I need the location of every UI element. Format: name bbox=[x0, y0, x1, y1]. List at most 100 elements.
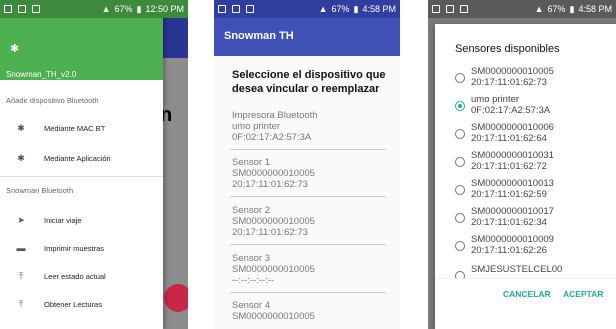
list-item-printer[interactable]: Impresora Bluetooth umo printer 0F:02:17… bbox=[232, 110, 318, 143]
battery-icon: ▮ bbox=[353, 3, 359, 14]
device-mac: 20:17:11:01:62:73 bbox=[232, 227, 308, 238]
option-mac: 20:17:11:01:62:34 bbox=[471, 217, 547, 228]
option-name: SM0000000010009 bbox=[471, 234, 554, 245]
floating-action-button[interactable] bbox=[164, 284, 188, 312]
notification-icon bbox=[218, 5, 226, 13]
bluetooth-icon: ✱ bbox=[17, 122, 25, 133]
signal-icon: ▲ bbox=[318, 4, 328, 14]
menu-item-label: Obtener Lecturas bbox=[44, 299, 102, 309]
signal-icon: ▲ bbox=[534, 4, 544, 14]
list-item-sensor-2[interactable]: Sensor 2 SM0000000010005 20:17:11:01:62:… bbox=[232, 205, 315, 238]
option-mac: 20:17:11:01:62:73 bbox=[471, 77, 547, 88]
battery-level: 67% bbox=[331, 4, 350, 14]
radio-button[interactable] bbox=[455, 213, 465, 223]
list-item-sensor-3[interactable]: Sensor 3 SM0000000010005 --:--:--:--:-- bbox=[232, 253, 315, 286]
notification-icon bbox=[32, 5, 40, 13]
status-right: ▲ 67% ▮ 12:50 PM bbox=[102, 4, 184, 15]
notification-icon bbox=[246, 5, 254, 13]
screen-navigation-drawer: n ✱ Snowman_TH_v2.0 Añadir dispositivo B… bbox=[0, 0, 188, 329]
status-bar: ▲ 67% ▮ 12:50 PM bbox=[0, 0, 188, 18]
signal-icon: ▲ bbox=[101, 4, 111, 14]
radio-option[interactable]: SM0000000010031 20:17:11:01:62:72 bbox=[455, 150, 615, 178]
device-mac: 20:17:11:01:62:73 bbox=[232, 179, 308, 190]
battery-icon: ▮ bbox=[569, 3, 575, 14]
dialog-title: Sensores disponibles bbox=[455, 43, 560, 55]
status-bar: ▲ 67% ▮ 4:58 PM bbox=[214, 0, 400, 18]
device-mac: 0F:02:17:A2:57:3A bbox=[232, 132, 312, 143]
divider bbox=[230, 196, 386, 197]
drawer-header-name: Snowman_TH_v2.0 bbox=[6, 70, 77, 79]
section-title-add-bluetooth: Añadir dispositivo Bluetooth bbox=[6, 96, 99, 105]
option-name: SM0000000010005 bbox=[471, 66, 554, 77]
menu-item-label: Mediante Aplicación bbox=[44, 153, 111, 163]
radio-button[interactable] bbox=[455, 185, 465, 195]
option-mac: 20:17:11:01:62:64 bbox=[471, 133, 547, 144]
radio-button[interactable] bbox=[455, 241, 465, 251]
radio-option[interactable]: SM0000000010009 20:17:11:01:62:26 bbox=[455, 234, 615, 262]
option-mac: 0F:02:17:A2:57:3A bbox=[471, 105, 551, 116]
radio-button[interactable] bbox=[455, 271, 465, 278]
device-mac: --:--:--:--:-- bbox=[232, 275, 275, 286]
radio-option-selected[interactable]: umo printer 0F:02:17:A2:57:3A bbox=[455, 94, 615, 122]
divider bbox=[0, 176, 163, 177]
menu-item-label: Leer estado actual bbox=[44, 271, 106, 281]
radio-button[interactable] bbox=[455, 157, 465, 167]
notification-icon bbox=[432, 5, 440, 13]
page-heading: Seleccione el dispositivo que desea vinc… bbox=[232, 69, 386, 95]
status-bar: ▲ 67% ▮ 4:58 PM bbox=[428, 0, 616, 18]
battery-level: 67% bbox=[114, 4, 133, 14]
radio-button[interactable] bbox=[455, 73, 465, 83]
sensor-dialog: Sensores disponibles SM0000000010005 20:1… bbox=[435, 24, 616, 329]
menu-item-mac-bt[interactable]: ✱ Mediante MAC BT bbox=[0, 118, 163, 138]
menu-item-label: Mediante MAC BT bbox=[44, 123, 106, 133]
option-name: SMJESUSTELCEL00 bbox=[471, 264, 563, 275]
bluetooth-icon: ✱ bbox=[10, 43, 20, 55]
divider bbox=[230, 149, 386, 150]
option-name: SM0000000010031 bbox=[471, 150, 554, 161]
device-type: Sensor 3 bbox=[232, 253, 271, 264]
navigation-drawer: ✱ Snowman_TH_v2.0 Añadir dispositivo Blu… bbox=[0, 0, 163, 329]
menu-item-read-status[interactable]: ⤒ Leer estado actual bbox=[0, 266, 163, 286]
app-bar: Snowman TH bbox=[214, 18, 400, 56]
radio-option[interactable]: SM0000000010013 20:17:11:01:62:59 bbox=[455, 178, 615, 206]
list-item-sensor-4[interactable]: Sensor 4 SM0000000010005 bbox=[232, 300, 315, 322]
option-name: SM0000000010013 bbox=[471, 178, 554, 189]
device-type: Impresora Bluetooth bbox=[232, 110, 318, 121]
drawer-header: ✱ Snowman_TH_v2.0 bbox=[0, 18, 163, 80]
radio-option[interactable]: SM0000000010017 20:17:11:01:62:34 bbox=[455, 206, 615, 234]
menu-item-print-samples[interactable]: ▬ Imprimir muestras bbox=[0, 238, 163, 258]
battery-icon: ▮ bbox=[136, 3, 142, 14]
device-type: Sensor 2 bbox=[232, 205, 271, 216]
option-name: umo printer bbox=[471, 94, 520, 105]
option-mac: 20:17:11:01:62:59 bbox=[471, 189, 547, 200]
upload-icon: ⤒ bbox=[19, 298, 23, 309]
radio-button-selected[interactable] bbox=[455, 101, 465, 111]
menu-item-label: Imprimir muestras bbox=[44, 243, 105, 253]
radio-option[interactable]: SM0000000010005 20:17:11:01:62:73 bbox=[455, 66, 615, 94]
radio-option[interactable]: SMJESUSTELCEL00 bbox=[455, 264, 615, 278]
divider bbox=[435, 278, 616, 279]
clock: 4:58 PM bbox=[362, 4, 396, 14]
app-title: Snowman TH bbox=[224, 30, 294, 42]
device-name: SM0000000010005 bbox=[232, 168, 315, 179]
screen-sensor-dialog: ▲ 67% ▮ 4:58 PM Sensores disponibles SM0… bbox=[428, 0, 616, 329]
status-right: ▲ 67% ▮ 4:58 PM bbox=[319, 4, 396, 15]
menu-item-start-trip[interactable]: ➤ Iniciar viaje bbox=[0, 210, 163, 230]
radio-option[interactable]: SM0000000010006 20:17:11:01:62:64 bbox=[455, 122, 615, 150]
menu-item-app[interactable]: ✱ Mediante Aplicación bbox=[0, 148, 163, 168]
clock: 12:50 PM bbox=[145, 4, 184, 14]
radio-button[interactable] bbox=[455, 129, 465, 139]
notification-icon bbox=[232, 5, 240, 13]
notification-icon bbox=[18, 5, 26, 13]
status-icons bbox=[4, 5, 40, 13]
device-name: SM0000000010005 bbox=[232, 311, 315, 322]
device-type: Sensor 1 bbox=[232, 157, 271, 168]
cancel-button[interactable]: CANCELAR bbox=[503, 289, 551, 299]
list-item-sensor-1[interactable]: Sensor 1 SM0000000010005 20:17:11:01:62:… bbox=[232, 157, 315, 190]
device-name: umo printer bbox=[232, 121, 281, 132]
upload-icon: ⤒ bbox=[19, 270, 23, 281]
menu-item-label: Iniciar viaje bbox=[44, 215, 82, 225]
device-name: SM0000000010005 bbox=[232, 216, 315, 227]
menu-item-get-readings[interactable]: ⤒ Obtener Lecturas bbox=[0, 294, 163, 314]
accept-button[interactable]: ACEPTAR bbox=[563, 289, 603, 299]
